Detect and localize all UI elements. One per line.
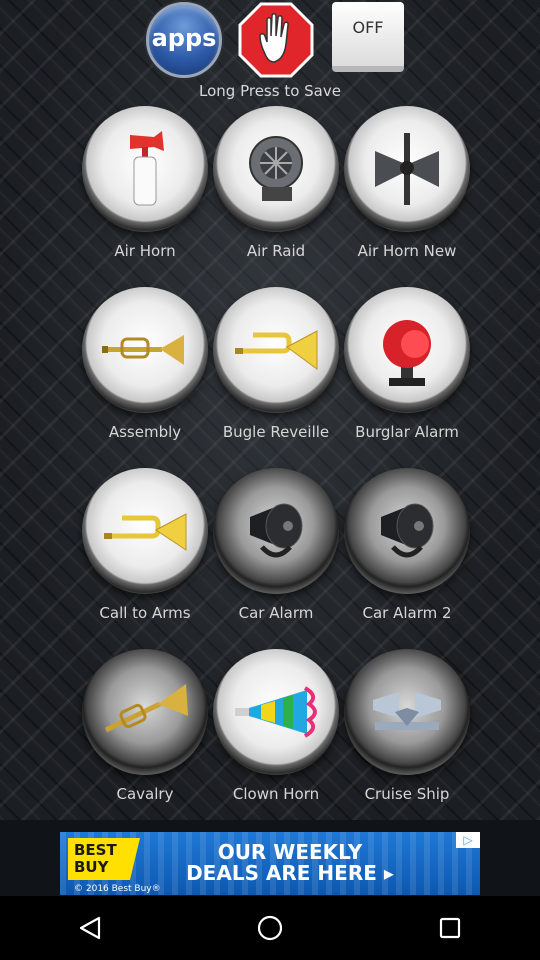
ad-choices-icon[interactable]: ▷: [456, 832, 480, 848]
air-raid-siren-icon: [249, 136, 303, 201]
sound-button[interactable]: [344, 468, 470, 594]
sound-label: Car Alarm 2: [362, 604, 452, 622]
apps-button[interactable]: apps: [146, 2, 222, 78]
home-circle-icon: [257, 915, 283, 941]
sound-button[interactable]: [213, 468, 339, 594]
sound-button[interactable]: [82, 649, 208, 775]
sound-item-clown-horn[interactable]: Clown Horn: [211, 649, 341, 803]
sound-item-assembly[interactable]: Assembly: [80, 287, 210, 441]
sound-button[interactable]: [344, 649, 470, 775]
sound-label: Bugle Reveille: [222, 423, 330, 441]
sound-button[interactable]: [213, 106, 339, 232]
sound-label: Air Raid: [246, 242, 306, 260]
sound-label: Cruise Ship: [364, 785, 450, 803]
ad-headline-line-2: DEALS ARE HERE ▸: [186, 861, 394, 885]
long-press-hint: Long Press to Save: [199, 82, 341, 100]
sound-item-cruise-ship[interactable]: Cruise Ship: [342, 649, 472, 803]
sound-item-call-to-arms[interactable]: Call to Arms: [80, 468, 210, 622]
sound-item-burglar-alarm[interactable]: Burglar Alarm: [342, 287, 472, 441]
sound-label: Clown Horn: [232, 785, 320, 803]
stop-hand-icon: [238, 2, 314, 78]
sound-item-air-horn-new[interactable]: Air Horn New: [342, 106, 472, 260]
sound-button[interactable]: [82, 468, 208, 594]
red-alarm-siren-icon: [383, 320, 431, 386]
trumpet-icon: [102, 335, 184, 365]
sound-button[interactable]: [82, 287, 208, 413]
sound-item-bugle-reveille[interactable]: Bugle Reveille: [211, 287, 341, 441]
ad-headline-line-1: OUR WEEKLY: [217, 840, 363, 864]
sound-button[interactable]: [344, 287, 470, 413]
back-button[interactable]: [60, 898, 120, 958]
ad-headline: OUR WEEKLY DEALS ARE HERE ▸: [60, 842, 480, 884]
sound-item-air-raid[interactable]: Air Raid: [211, 106, 341, 260]
recents-button[interactable]: [420, 898, 480, 958]
sound-toggle-button[interactable]: OFF: [332, 2, 404, 72]
back-triangle-icon: [79, 916, 101, 940]
sound-label: Air Horn: [114, 242, 176, 260]
air-horn-can-icon: [130, 131, 164, 206]
sound-button[interactable]: [213, 649, 339, 775]
sound-label: Assembly: [108, 423, 182, 441]
bugle-icon: [104, 513, 187, 551]
sound-item-air-horn[interactable]: Air Horn: [80, 106, 210, 260]
sound-button[interactable]: [344, 106, 470, 232]
sound-label: Burglar Alarm: [355, 423, 459, 441]
ad-legal-text: © 2016 Best Buy®: [74, 884, 161, 894]
stop-sound-button[interactable]: [238, 2, 314, 78]
ad-banner[interactable]: BEST BUY OUR WEEKLY DEALS ARE HERE ▸ © 2…: [60, 832, 480, 895]
party-horn-icon: [235, 686, 317, 738]
sound-label: Call to Arms: [99, 604, 191, 622]
car-alarm-siren-icon: [250, 503, 303, 558]
system-navigation-bar: [0, 896, 540, 960]
sound-label: Air Horn New: [357, 242, 457, 260]
ship-horns-icon: [373, 692, 441, 730]
recents-square-icon: [439, 917, 461, 939]
sound-button[interactable]: [213, 287, 339, 413]
sound-label: Car Alarm: [238, 604, 314, 622]
horn-speaker-icon: [375, 133, 439, 205]
trumpet-icon: [104, 684, 188, 733]
sound-label: Cavalry: [116, 785, 174, 803]
sound-button[interactable]: [82, 106, 208, 232]
home-button[interactable]: [240, 898, 300, 958]
car-alarm-siren-icon: [381, 503, 434, 558]
sound-item-car-alarm-2[interactable]: Car Alarm 2: [342, 468, 472, 622]
sound-item-cavalry[interactable]: Cavalry: [80, 649, 210, 803]
sound-item-car-alarm[interactable]: Car Alarm: [211, 468, 341, 622]
bugle-icon: [235, 330, 318, 370]
